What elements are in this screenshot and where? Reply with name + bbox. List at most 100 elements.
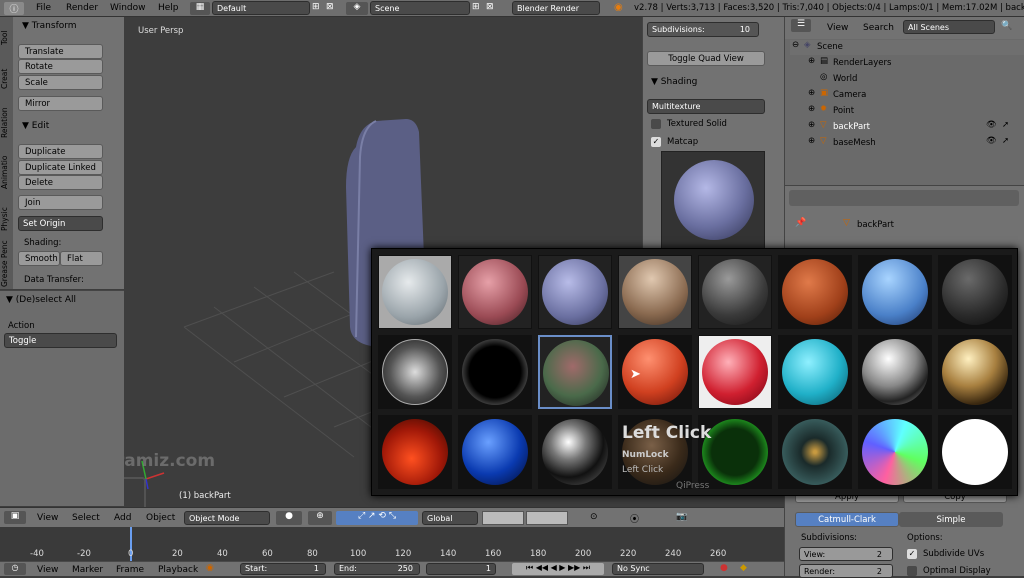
matcap-23[interactable] [858,415,932,489]
close-layout-icon[interactable]: ⊠ [326,2,334,12]
matcap-checkbox[interactable]: ✓ [651,137,661,147]
action-dropdown[interactable]: Toggle [4,333,117,348]
layers-grid2-icon[interactable] [526,511,568,525]
scene-selector[interactable]: Scene [370,1,470,15]
autokey-icon[interactable]: ● [720,563,728,573]
outliner-row-point[interactable]: ⊕ ✹ Point [790,104,1024,119]
matcap-preview[interactable] [661,151,765,251]
set-origin-dropdown[interactable]: Set Origin [18,216,103,231]
matcap-02[interactable] [458,255,532,329]
matcap-10[interactable] [458,335,532,409]
tab-create[interactable]: Creat [0,61,12,97]
textured-solid-checkbox[interactable] [651,119,661,129]
matcap-05[interactable] [698,255,772,329]
smooth-button[interactable]: Smooth [18,251,60,266]
scene-icon[interactable]: ◈ [346,2,368,15]
matcap-07[interactable] [858,255,932,329]
rotate-button[interactable]: Rotate [18,59,103,74]
timeline-menu-playback[interactable]: Playback [158,565,198,575]
editor-type-icon[interactable]: ▣ [4,511,26,524]
matcap-22[interactable] [778,415,852,489]
outliner-editor-icon[interactable]: ☰ [791,19,811,32]
shading-mode-dropdown[interactable]: Multitexture [647,99,765,114]
keyframe-icon[interactable]: ◆ [740,563,747,573]
translate-button[interactable]: Translate [18,44,103,59]
delete-button[interactable]: Delete [18,175,103,190]
properties-tabs[interactable] [789,190,1019,206]
menu-object[interactable]: Object [146,513,175,523]
duplicate-linked-button[interactable]: Duplicate Linked [18,160,103,175]
visibility-eye-icon[interactable]: 👁 [986,136,997,146]
duplicate-button[interactable]: Duplicate [18,144,103,159]
layout-selector[interactable]: Default [212,1,310,15]
tab-physics[interactable]: Physic [0,201,12,237]
layers-grid-icon[interactable] [482,511,524,525]
outliner-row-backpart[interactable]: ⊕ ▽ backPart 👁 ➚ [790,120,1024,135]
pivot-icon[interactable]: ⊕ [308,511,332,525]
outliner-menu-view[interactable]: View [827,23,848,33]
outliner-row-basemesh[interactable]: ⊕ ▽ baseMesh 👁 ➚ [790,136,1024,151]
tab-grease-pencil[interactable]: Grease Penc [0,239,12,289]
operator-title[interactable]: ▼ (De)select All [6,295,76,305]
matcap-24[interactable] [938,415,1012,489]
matcap-04[interactable] [618,255,692,329]
outliner-row-renderlayers[interactable]: ⊕ ▤ RenderLayers [790,56,1024,71]
menu-add[interactable]: Add [114,513,131,523]
matcap-19[interactable] [538,415,612,489]
matcap-14[interactable] [778,335,852,409]
mode-dropdown[interactable]: Object Mode [184,511,270,525]
matcap-13[interactable] [698,335,772,409]
timeline-editor-icon[interactable]: ◷ [4,563,26,575]
matcap-01[interactable] [378,255,452,329]
layout-icon[interactable]: ▦ [190,2,210,15]
scale-button[interactable]: Scale [18,75,103,90]
visibility-eye-icon[interactable]: 👁 [986,120,997,130]
transform-header[interactable]: ▼ Transform [22,21,77,31]
select-cursor-icon[interactable]: ➚ [1002,120,1009,130]
viewport-shading-icon[interactable]: ● [276,511,302,525]
render-engine-selector[interactable]: Blender Render [512,1,600,15]
outliner-row-scene[interactable]: ⊖ ◈ Scene [790,40,1024,55]
menu-help[interactable]: Help [158,3,179,13]
outliner-menu-search[interactable]: Search [863,23,894,33]
orientation-dropdown[interactable]: Global [422,511,478,525]
menu-select[interactable]: Select [72,513,100,523]
optimal-display-checkbox[interactable] [907,566,917,576]
edit-header[interactable]: ▼ Edit [22,121,49,131]
toggle-quad-view-button[interactable]: Toggle Quad View [647,51,765,66]
flat-button[interactable]: Flat [60,251,103,266]
timeline-menu-marker[interactable]: Marker [72,565,103,575]
menu-view[interactable]: View [37,513,58,523]
matcap-16[interactable] [938,335,1012,409]
outliner-filter-dropdown[interactable]: All Scenes [903,20,995,34]
outliner-row-camera[interactable]: ⊕ ▣ Camera [790,88,1024,103]
playback-controls-icon[interactable]: ⏮ ◀◀ ◀ ▶ ▶▶ ⏭ [512,563,604,575]
close-scene-icon[interactable]: ⊠ [486,2,494,12]
matcap-09[interactable] [378,335,452,409]
matcap-18[interactable] [458,415,532,489]
tab-animation[interactable]: Animatio [0,149,12,195]
matcap-15[interactable] [858,335,932,409]
timeline-menu-frame[interactable]: Frame [116,565,144,575]
search-icon[interactable]: 🔍 [1001,21,1012,31]
proportional-edit-icon[interactable]: ⦿ [630,512,639,525]
pin-icon[interactable]: 📌 [795,218,806,228]
manipulator-icon[interactable]: ⤢ ↗ ⟲ ⤡ [336,511,418,525]
menu-render[interactable]: Render [66,3,98,13]
shading-header[interactable]: ▼ Shading [651,77,697,87]
menu-file[interactable]: File [36,3,51,13]
info-icon[interactable]: ⓘ [4,2,24,15]
timeline-menu-view[interactable]: View [37,565,58,575]
view-levels-field[interactable]: View: 2 [799,547,893,561]
matcap-17[interactable] [378,415,452,489]
start-frame-field[interactable]: Start: 1 [240,563,326,575]
record-icon[interactable]: ◉ [206,563,214,573]
current-frame-field[interactable]: 1 [426,563,496,575]
matcap-06[interactable] [778,255,852,329]
add-scene-icon[interactable]: ⊞ [472,2,480,12]
simple-button[interactable]: Simple [899,512,1003,527]
subdivide-uvs-checkbox[interactable]: ✓ [907,549,917,559]
tab-tool[interactable]: Tool [0,25,12,51]
snap-icon[interactable]: ⊙ [590,512,598,522]
select-cursor-icon[interactable]: ➚ [1002,136,1009,146]
